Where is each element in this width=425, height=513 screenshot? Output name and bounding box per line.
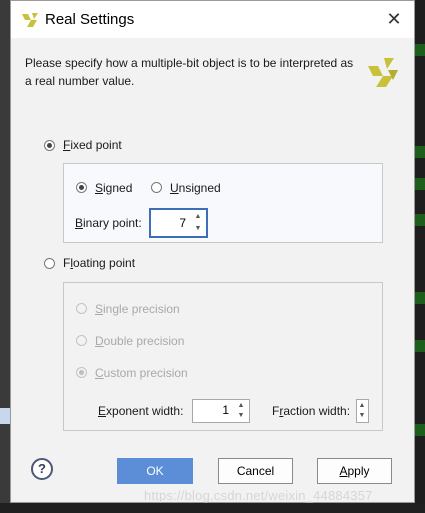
dialog-title: Real Settings	[45, 11, 135, 28]
custom-precision-radio[interactable]	[76, 367, 87, 378]
background-app-right	[415, 0, 425, 513]
background-highlight	[0, 408, 10, 424]
vivado-logo-icon	[368, 58, 398, 87]
real-settings-dialog: Real Settings ✕ Please specify how a mul…	[10, 0, 415, 503]
custom-precision-label[interactable]: Custom precision	[95, 366, 188, 380]
signed-radio[interactable]	[76, 182, 87, 193]
exponent-width-value[interactable]: 1	[222, 403, 229, 417]
background-signal	[415, 214, 425, 226]
spin-up-icon[interactable]: ▲	[192, 212, 204, 222]
binary-point-spinner[interactable]: 7 ▲ ▼	[149, 208, 208, 238]
single-precision-radio[interactable]	[76, 303, 87, 314]
close-button[interactable]: ✕	[384, 9, 404, 29]
spin-down-icon[interactable]: ▼	[235, 411, 247, 421]
spin-down-icon[interactable]: ▼	[356, 411, 368, 421]
apply-button[interactable]: Apply	[317, 458, 392, 484]
description-text: Please specify how a multiple-bit object…	[25, 56, 354, 88]
exponent-width-label: Exponent width:	[98, 404, 184, 418]
vivado-logo-icon	[22, 13, 38, 27]
fraction-width-spinner[interactable]: ▲ ▼	[356, 399, 369, 423]
background-signal	[415, 44, 425, 56]
background-signal	[415, 292, 425, 304]
double-precision-radio[interactable]	[76, 335, 87, 346]
fixed-point-group	[63, 163, 383, 243]
background-signal	[415, 424, 425, 436]
background-signal	[415, 340, 425, 352]
fixed-point-radio[interactable]	[44, 140, 55, 151]
help-button[interactable]: ?	[31, 458, 53, 480]
background-app-bottom	[0, 503, 425, 513]
background-signal	[415, 178, 425, 190]
fraction-width-label: Fraction width:	[272, 404, 351, 418]
background-app-left	[0, 0, 10, 513]
spin-up-icon[interactable]: ▲	[235, 401, 247, 411]
double-precision-label[interactable]: Double precision	[95, 334, 184, 348]
background-signal	[415, 146, 425, 158]
fixed-point-label[interactable]: Fixed point	[63, 138, 122, 152]
binary-point-value[interactable]: 7	[179, 216, 186, 230]
single-precision-label[interactable]: Single precision	[95, 302, 180, 316]
unsigned-label[interactable]: Unsigned	[170, 181, 221, 195]
ok-button[interactable]: OK	[117, 458, 193, 484]
unsigned-radio[interactable]	[151, 182, 162, 193]
exponent-width-spinner[interactable]: 1 ▲ ▼	[192, 399, 250, 423]
floating-point-label[interactable]: Floating point	[63, 256, 135, 270]
spin-up-icon[interactable]: ▲	[356, 401, 368, 411]
watermark-text: https://blog.csdn.net/weixin_44884357	[144, 488, 373, 503]
binary-point-label: Binary point:	[75, 216, 142, 230]
signed-label[interactable]: Signed	[95, 181, 132, 195]
floating-point-radio[interactable]	[44, 258, 55, 269]
title-bar[interactable]: Real Settings ✕	[11, 1, 414, 38]
cancel-button[interactable]: Cancel	[218, 458, 293, 484]
spin-down-icon[interactable]: ▼	[192, 224, 204, 234]
